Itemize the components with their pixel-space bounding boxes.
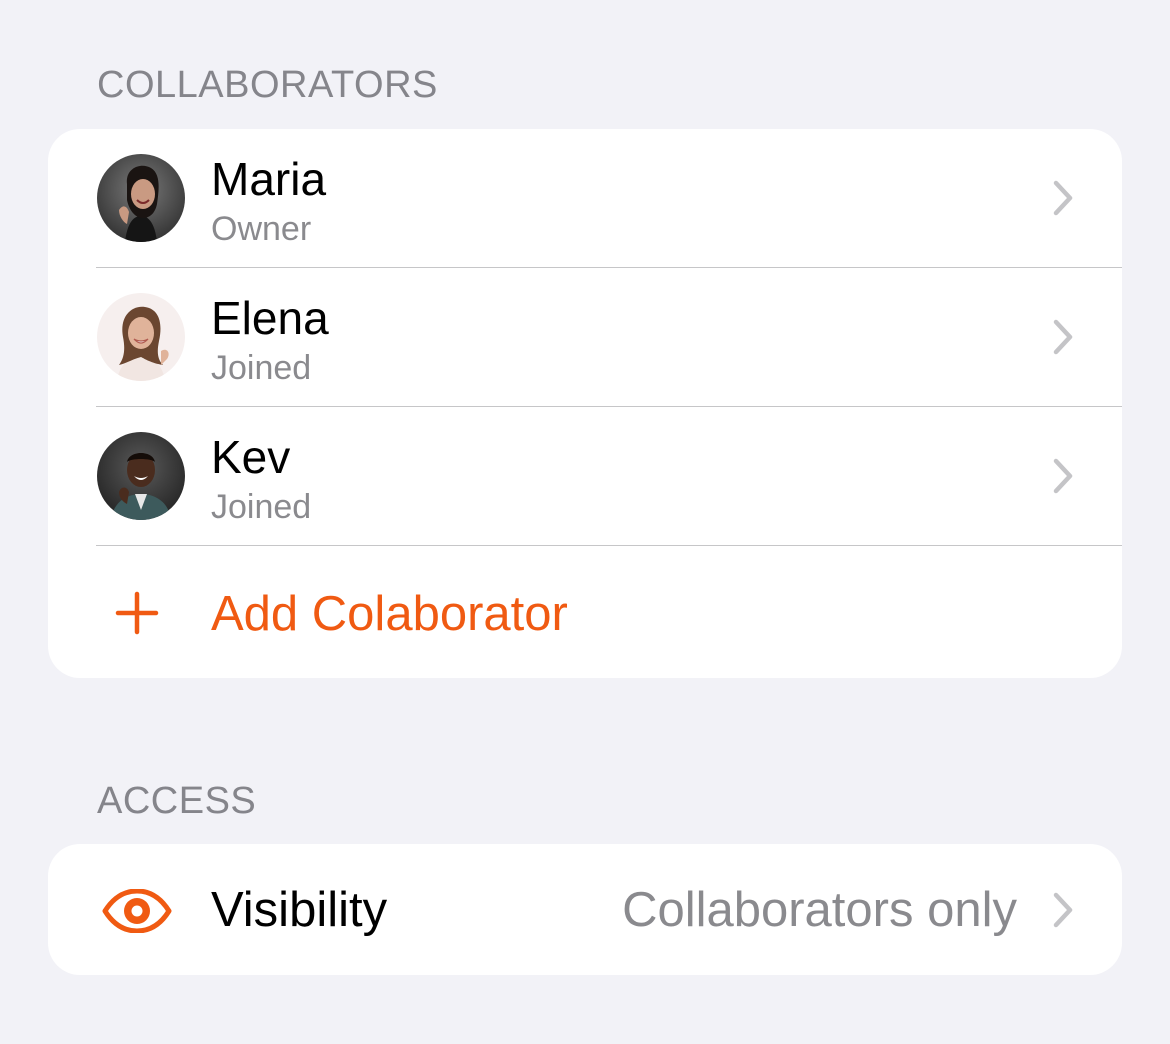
visibility-value: Collaborators only	[622, 883, 1017, 937]
add-collaborator-button[interactable]: Add Colaborator	[48, 546, 1122, 678]
avatar-maria	[97, 154, 185, 242]
collaborator-row-kev[interactable]: Kev Joined	[48, 407, 1122, 546]
access-card: Visibility Collaborators only	[48, 844, 1122, 975]
chevron-right-icon	[1048, 456, 1078, 496]
collaborator-name: Maria	[211, 153, 327, 205]
collaborators-card: Maria Owner Elena Joined Kev Joined Add …	[48, 129, 1122, 678]
collaborator-role: Joined	[211, 488, 312, 526]
chevron-right-icon	[1048, 890, 1078, 930]
collaborator-name: Elena	[211, 292, 329, 344]
chevron-right-icon	[1048, 178, 1078, 218]
access-section-header: ACCESS	[97, 780, 257, 822]
collaboration-settings-page: COLLABORATORS Maria Owner Elena Joined K…	[0, 0, 1170, 1044]
collaborator-row-maria[interactable]: Maria Owner	[48, 129, 1122, 268]
eye-icon	[102, 888, 172, 934]
visibility-label: Visibility	[211, 883, 388, 937]
collaborator-name: Kev	[211, 431, 291, 483]
collaborators-section-header: COLLABORATORS	[97, 64, 438, 106]
avatar-kev	[97, 432, 185, 520]
collaborator-role: Owner	[211, 210, 312, 248]
visibility-row[interactable]: Visibility Collaborators only	[48, 844, 1122, 975]
plus-icon	[115, 591, 159, 635]
collaborator-role: Joined	[211, 349, 312, 387]
add-collaborator-label: Add Colaborator	[211, 587, 568, 641]
chevron-right-icon	[1048, 317, 1078, 357]
avatar-elena	[97, 293, 185, 381]
collaborator-row-elena[interactable]: Elena Joined	[48, 268, 1122, 407]
